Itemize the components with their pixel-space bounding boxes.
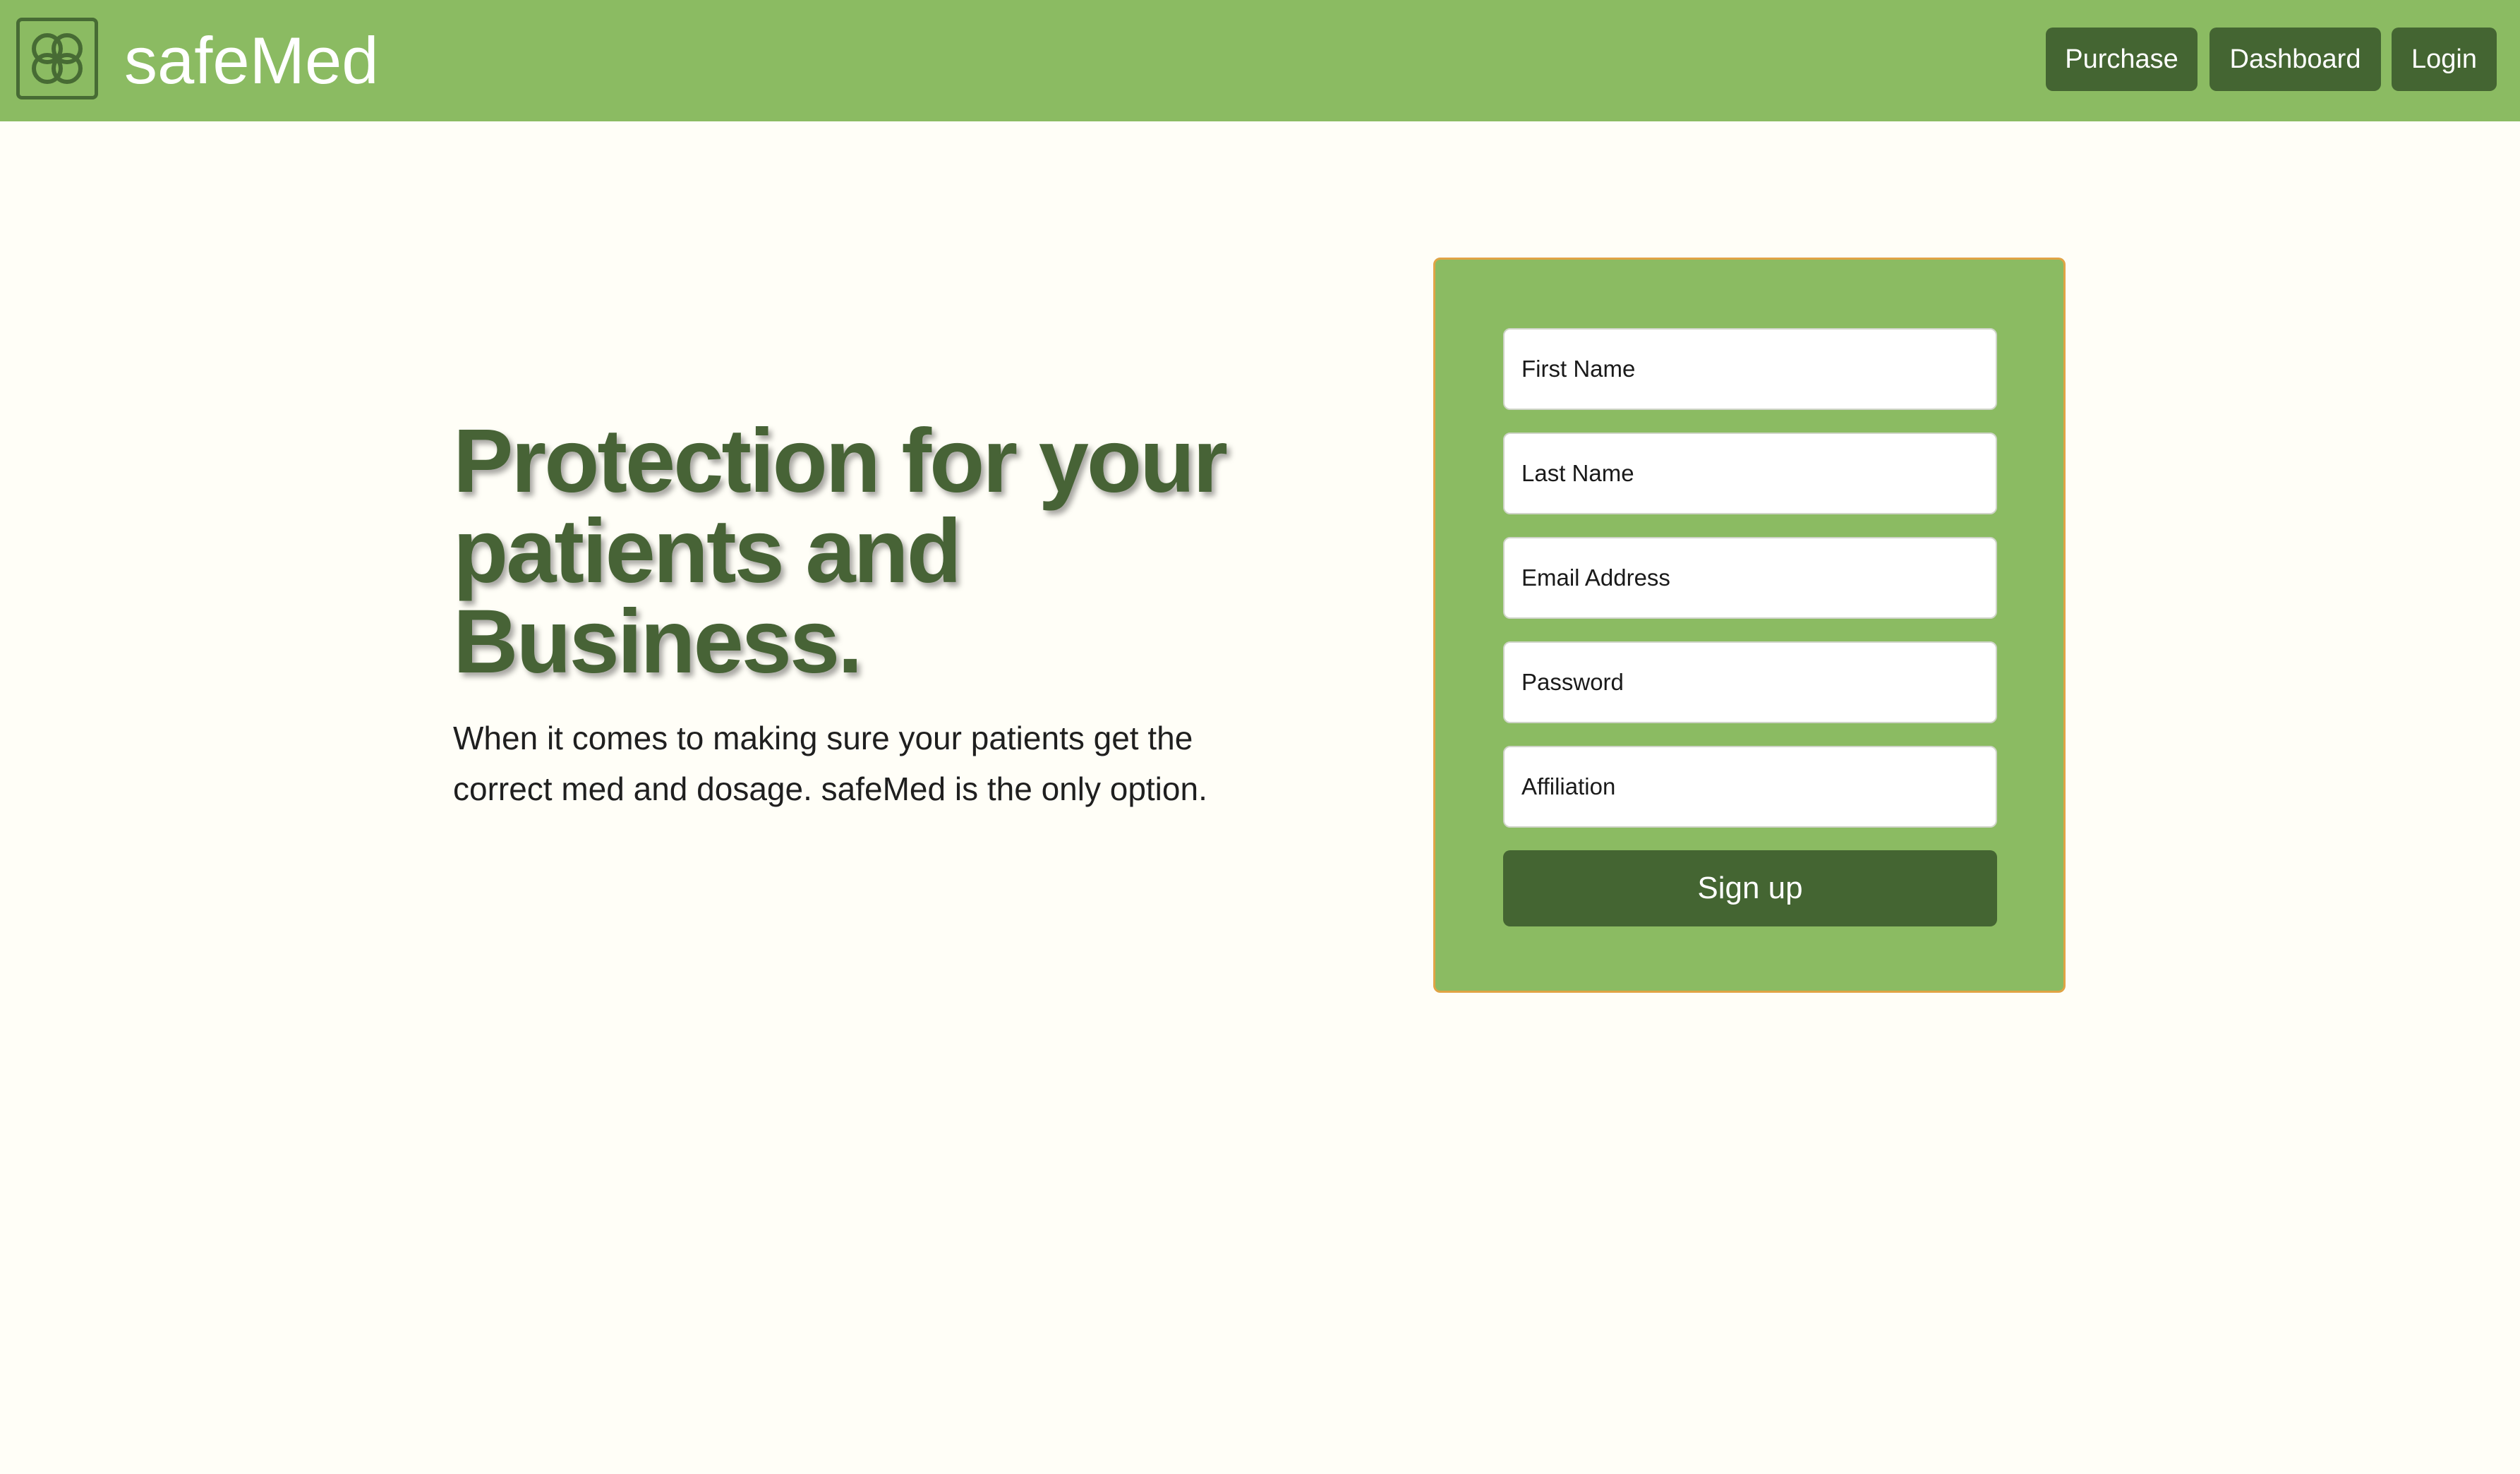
signup-form: Sign up	[1433, 258, 2066, 993]
brand-name[interactable]: safeMed	[124, 21, 379, 100]
hero-subtitle: When it comes to making sure your patien…	[453, 720, 1207, 807]
password-field[interactable]	[1503, 641, 1997, 723]
login-button[interactable]: Login	[2392, 28, 2497, 91]
top-navbar: safeMed Purchase Dashboard Login	[0, 0, 2520, 121]
clover-icon-graphic	[32, 33, 83, 84]
email-field[interactable]	[1503, 537, 1997, 619]
sign-up-button[interactable]: Sign up	[1503, 850, 1997, 926]
dashboard-button[interactable]: Dashboard	[2209, 28, 2381, 91]
clover-icon[interactable]	[16, 18, 98, 99]
purchase-button[interactable]: Purchase	[2046, 28, 2198, 91]
first-name-field[interactable]	[1503, 328, 1997, 410]
hero-title: Protection for your patients and Busines…	[453, 411, 1228, 692]
last-name-field[interactable]	[1503, 433, 1997, 514]
affiliation-field[interactable]	[1503, 746, 1997, 828]
